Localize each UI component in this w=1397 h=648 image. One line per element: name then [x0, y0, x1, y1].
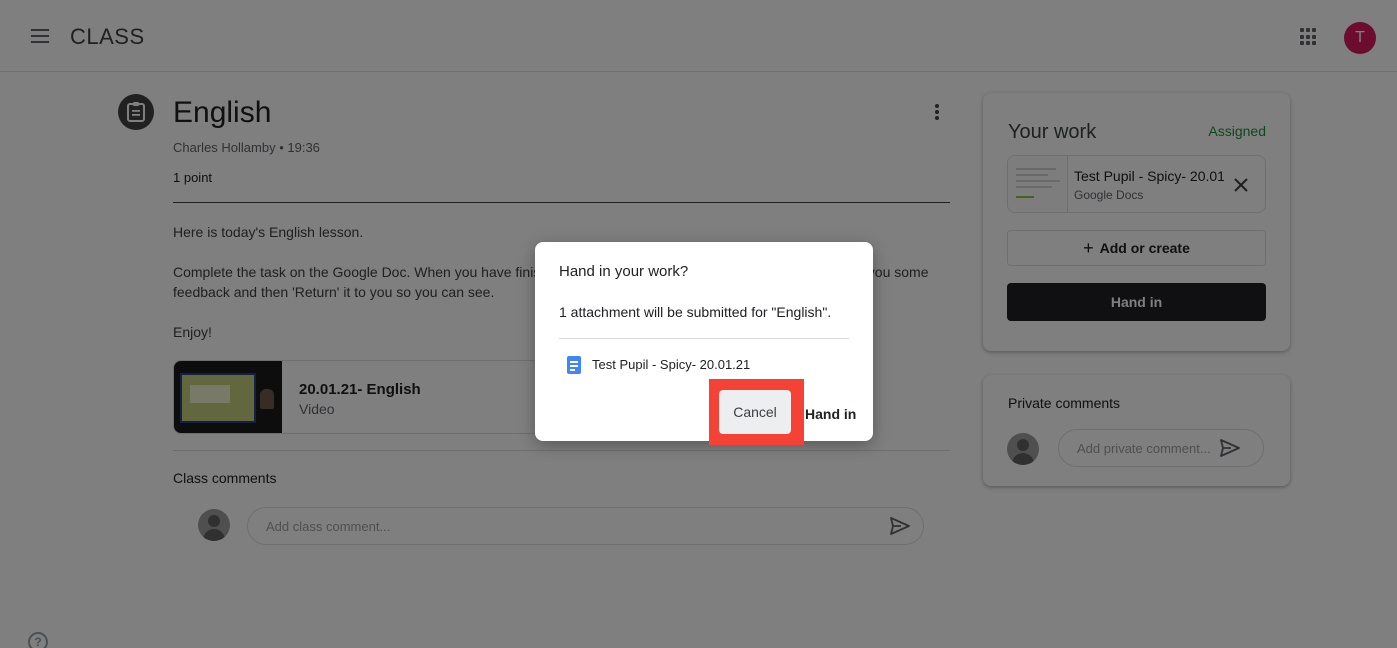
divider: [559, 338, 849, 339]
cancel-button[interactable]: Cancel: [719, 390, 791, 434]
google-doc-icon: [567, 356, 581, 374]
dialog-message: 1 attachment will be submitted for "Engl…: [559, 304, 832, 320]
dialog-title: Hand in your work?: [559, 263, 689, 280]
dialog-file-name: Test Pupil - Spicy- 20.01.21: [592, 357, 751, 372]
confirm-hand-in-button[interactable]: Hand in: [805, 406, 856, 422]
